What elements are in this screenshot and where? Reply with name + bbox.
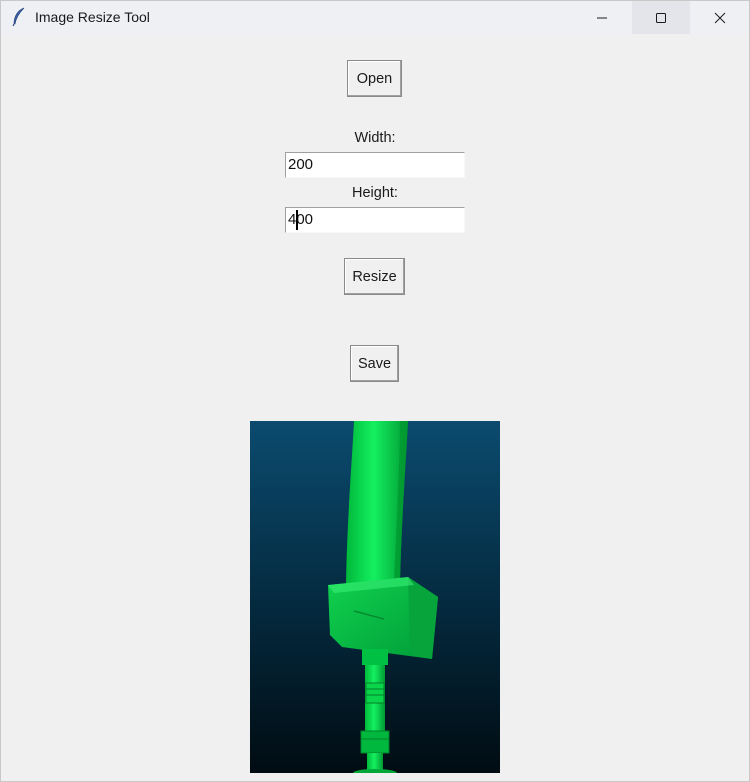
- feather-icon: [12, 7, 25, 27]
- open-button[interactable]: Open: [347, 60, 402, 97]
- window-title: Image Resize Tool: [35, 9, 150, 25]
- close-icon: [714, 12, 726, 23]
- text-cursor: [296, 210, 298, 230]
- app-window: Image Resize Tool Open Width: 200 Height…: [0, 0, 750, 782]
- width-value: 200: [288, 156, 314, 173]
- minimize-icon: [597, 17, 607, 18]
- width-input[interactable]: 200: [285, 152, 465, 178]
- height-value: 400: [288, 211, 314, 228]
- minimize-button[interactable]: [573, 1, 631, 34]
- resize-button[interactable]: Resize: [344, 258, 405, 295]
- height-input[interactable]: 400: [285, 207, 465, 233]
- height-label: Height:: [352, 185, 398, 201]
- title-bar[interactable]: Image Resize Tool: [1, 1, 749, 34]
- maximize-icon: [656, 12, 666, 23]
- preview-image: [250, 421, 500, 773]
- close-button[interactable]: [691, 1, 749, 34]
- save-button[interactable]: Save: [350, 345, 399, 382]
- maximize-button[interactable]: [632, 1, 690, 34]
- image-preview: [250, 421, 500, 773]
- width-label: Width:: [354, 130, 396, 146]
